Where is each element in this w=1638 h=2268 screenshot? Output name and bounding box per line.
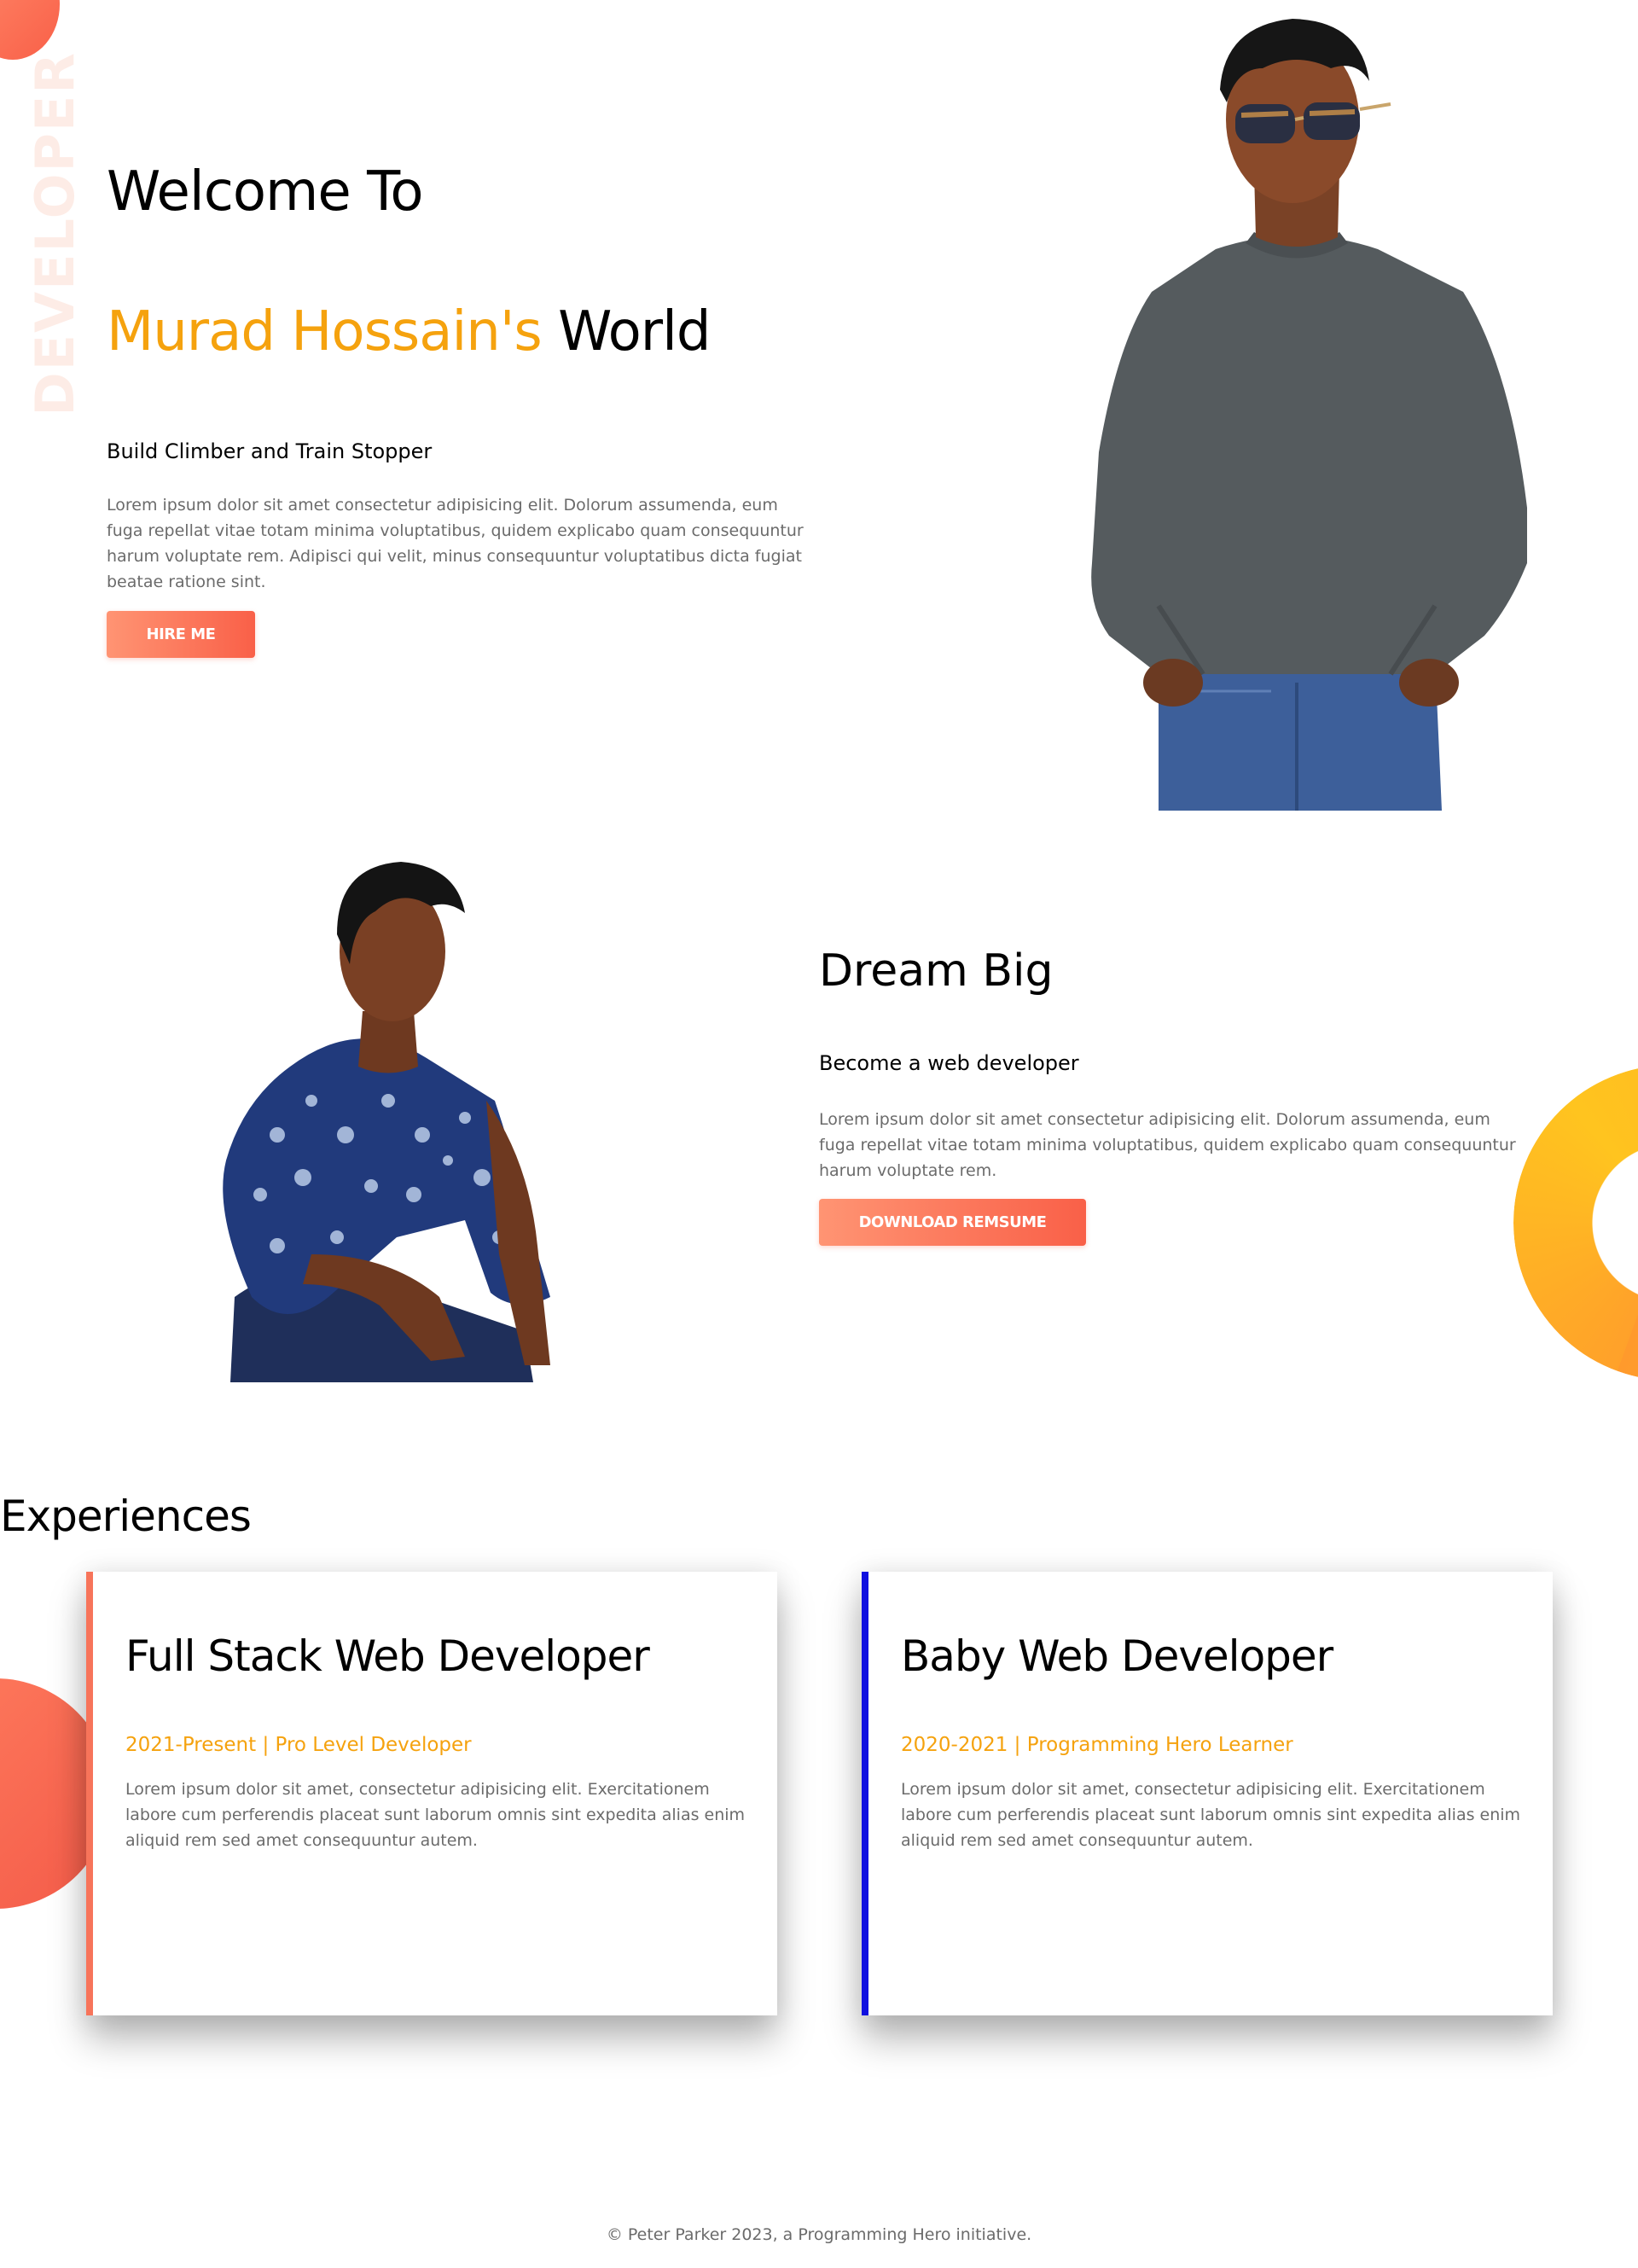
decorative-orange-ring	[1513, 1065, 1638, 1381]
hero-paragraph: Lorem ipsum dolor sit amet consectetur a…	[107, 496, 804, 591]
experience-card-title: Baby Web Developer	[901, 1631, 1333, 1681]
about-paragraph: Lorem ipsum dolor sit amet consectetur a…	[819, 1110, 1516, 1180]
experience-card-period: 2021-Present | Pro Level Developer	[125, 1734, 472, 1756]
experience-card-baby-dev: Baby Web Developer 2020-2021 | Programmi…	[862, 1572, 1553, 2015]
page-footer: © Peter Parker 2023, a Programming Hero …	[606, 2225, 1032, 2244]
owner-name: Murad Hossain's	[107, 300, 543, 363]
world-heading: Murad Hossain's World	[107, 300, 712, 363]
about-subtitle: Become a web developer	[819, 1051, 1079, 1075]
experiences-title: Experiences	[0, 1492, 252, 1541]
experience-card-description: Lorem ipsum dolor sit amet, consectetur …	[901, 1780, 1521, 1850]
vertical-developer-text: DEVELOPER	[24, 51, 86, 416]
portfolio-page: DEVELOPER Welcome To Murad Hossain's Wor…	[0, 0, 1638, 2268]
world-word: World	[558, 300, 711, 363]
experience-card-description: Lorem ipsum dolor sit amet, consectetur …	[125, 1780, 746, 1850]
experience-card-title: Full Stack Web Developer	[125, 1631, 650, 1681]
about-title: Dream Big	[819, 945, 1054, 997]
hero-portrait-image	[1091, 19, 1527, 811]
hero-subtitle: Build Climber and Train Stopper	[107, 439, 433, 463]
experience-card-period: 2020-2021 | Programming Hero Learner	[901, 1734, 1293, 1756]
experience-card-full-stack: Full Stack Web Developer 2021-Present | …	[86, 1572, 777, 2015]
download-resume-button[interactable]: DOWNLOAD REMSUME	[819, 1199, 1086, 1246]
about-portrait-image	[223, 862, 550, 1382]
hire-me-button[interactable]: HIRE ME	[107, 611, 255, 658]
welcome-heading: Welcome To	[107, 160, 423, 224]
